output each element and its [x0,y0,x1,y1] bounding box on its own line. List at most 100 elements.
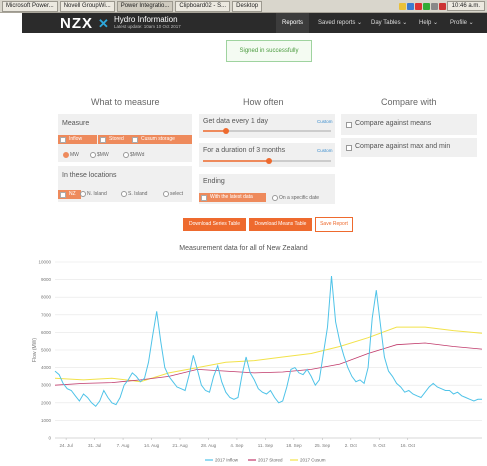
app-header: NZX ✕ Hydro Information Latest update: 1… [22,13,487,33]
legend-label: 2017 Cusum [300,458,326,463]
tray-alert-icon[interactable] [414,2,422,10]
download-series-button[interactable]: Download Series Table [183,218,246,231]
location-nz-radio[interactable]: NZ [58,190,81,199]
duration-slider-fill [203,160,269,162]
x-tick-label: 16. Oct [400,443,415,448]
tray-folder-icon[interactable] [398,2,406,10]
latest-update-text: Latest update: 10am 10 Oct 2017 [114,24,181,29]
system-tray: 10:46 a.m. [398,1,487,11]
unit-dmwd-radio[interactable]: $MWd [123,151,144,159]
y-tick-label: 10000 [38,260,51,265]
nav-reports[interactable]: Reports [276,13,310,33]
nzx-logo[interactable]: NZX [60,15,93,32]
taskbar-item-powerpoint[interactable]: Microsoft Power... [2,0,58,12]
data-interval-label: Get data every 1 day [203,118,268,125]
checkbox-icon [60,137,66,143]
compare-maxmin-label[interactable]: Compare against max and min [355,143,450,150]
nzx-logo-mark-icon: ✕ [98,16,109,31]
measure-label: Measure [62,120,90,127]
how-often-heading: How often [243,97,284,107]
radio-dot-icon [163,191,169,197]
tray-volume-icon[interactable] [430,2,438,10]
checkbox-icon [132,137,138,143]
what-to-measure-heading: What to measure [91,97,160,107]
taskbar-item-desktop[interactable]: Desktop [232,0,263,12]
series-line-2017-cusum [54,326,483,383]
y-tick-label: 1000 [41,418,52,423]
radio-dot-icon [121,191,127,197]
x-tick-label: 9. Oct [373,443,386,448]
chart-title: Measurement data for all of New Zealand [179,245,308,252]
x-tick-label: 24. Jul [60,443,73,448]
duration-slider-handle[interactable] [266,157,272,164]
signed-in-alert: Signed in successfully [226,40,312,62]
tray-app-icon[interactable] [438,2,446,10]
interval-custom-link[interactable]: Custom [317,119,333,124]
series-line-2017-inflow [54,276,482,408]
y-tick-label: 0 [48,436,51,441]
x-tick-label: 2. Oct [345,443,358,448]
series-line-2017-stored [54,342,483,386]
cusum-storage-checkbox[interactable]: Cusum storage [130,135,192,144]
nav-profile[interactable]: Profile ⌄ [450,13,474,33]
compare-maxmin-checkbox[interactable] [346,145,352,151]
y-tick-label: 8000 [41,295,52,300]
measurement-line-chart: 0 1000 2000 3000 4000 5000 6000 7000 8000 9000 100… [32,260,483,463]
duration-slider[interactable] [203,157,331,164]
locations-label: In these locations [62,172,117,179]
nav-day-tables[interactable]: Day Tables ⌄ [371,13,407,33]
radio-icon [201,195,207,201]
location-select-radio[interactable]: select [163,190,183,198]
interval-slider-fill [203,130,225,132]
radio-dot-icon [272,195,278,201]
y-tick-label: 6000 [41,330,52,335]
tray-network-icon[interactable] [406,2,414,10]
location-north-island-radio[interactable]: N. Island [80,190,107,198]
interval-slider[interactable] [203,127,331,134]
y-tick-label: 4000 [41,365,52,370]
nav-saved-reports[interactable]: Saved reports ⌄ [318,13,362,33]
compare-with-heading: Compare with [381,97,437,107]
taskbar-item-browser[interactable]: Power Integratio... [116,0,174,12]
nav-help[interactable]: Help ⌄ [419,13,438,33]
ending-latest-radio[interactable]: With the latest data [199,193,266,202]
x-tick-label: 7. Aug [117,443,130,448]
y-tick-label: 5000 [41,348,52,353]
taskbar-item-groupwise[interactable]: Novell GroupWi... [59,0,115,12]
radio-dot-icon [123,152,129,158]
interval-slider-handle[interactable] [223,127,229,134]
x-tick-label: 21. Aug [172,443,188,448]
x-tick-label: 25. Sep [315,443,331,448]
legend-label: 2017 Inflow [215,458,239,463]
radio-dot-icon [63,152,69,158]
taskbar-clock[interactable]: 10:46 a.m. [446,1,485,11]
save-report-button[interactable]: Save Report [315,217,353,232]
x-tick-label: 31. Jul [88,443,101,448]
x-tick-label: 28. Aug [201,443,217,448]
unit-dmw-radio[interactable]: $MW [90,151,109,159]
y-axis-label: Flow (MW) [32,338,38,362]
compare-means-checkbox[interactable] [346,122,352,128]
unit-mw-radio[interactable]: MW [63,151,79,159]
radio-dot-icon [80,191,86,197]
ending-specific-date-radio[interactable]: On a specific date [272,194,319,202]
legend-label: 2017 Stored [258,458,283,463]
taskbar-item-clipboard[interactable]: Clipboard02 - S... [175,0,231,12]
location-south-island-radio[interactable]: S. Island [121,190,147,198]
y-tick-label: 7000 [41,312,52,317]
x-tick-label: 4. Sep [230,443,244,448]
ending-label: Ending [203,178,225,185]
y-tick-label: 9000 [41,277,52,282]
download-means-button[interactable]: Download Means Table [249,218,312,231]
inflow-checkbox[interactable]: Inflow [58,135,97,144]
duration-label: For a duration of 3 months [203,147,286,154]
compare-means-label[interactable]: Compare against means [355,120,431,127]
x-tick-label: 11. Sep [258,443,274,448]
x-tick-label: 14. Aug [144,443,160,448]
duration-custom-link[interactable]: Custom [317,148,333,153]
radio-icon [60,192,66,198]
radio-dot-icon [90,152,96,158]
x-tick-label: 18. Sep [286,443,302,448]
app-title: Hydro Information [114,15,178,24]
tray-security-icon[interactable] [422,2,430,10]
